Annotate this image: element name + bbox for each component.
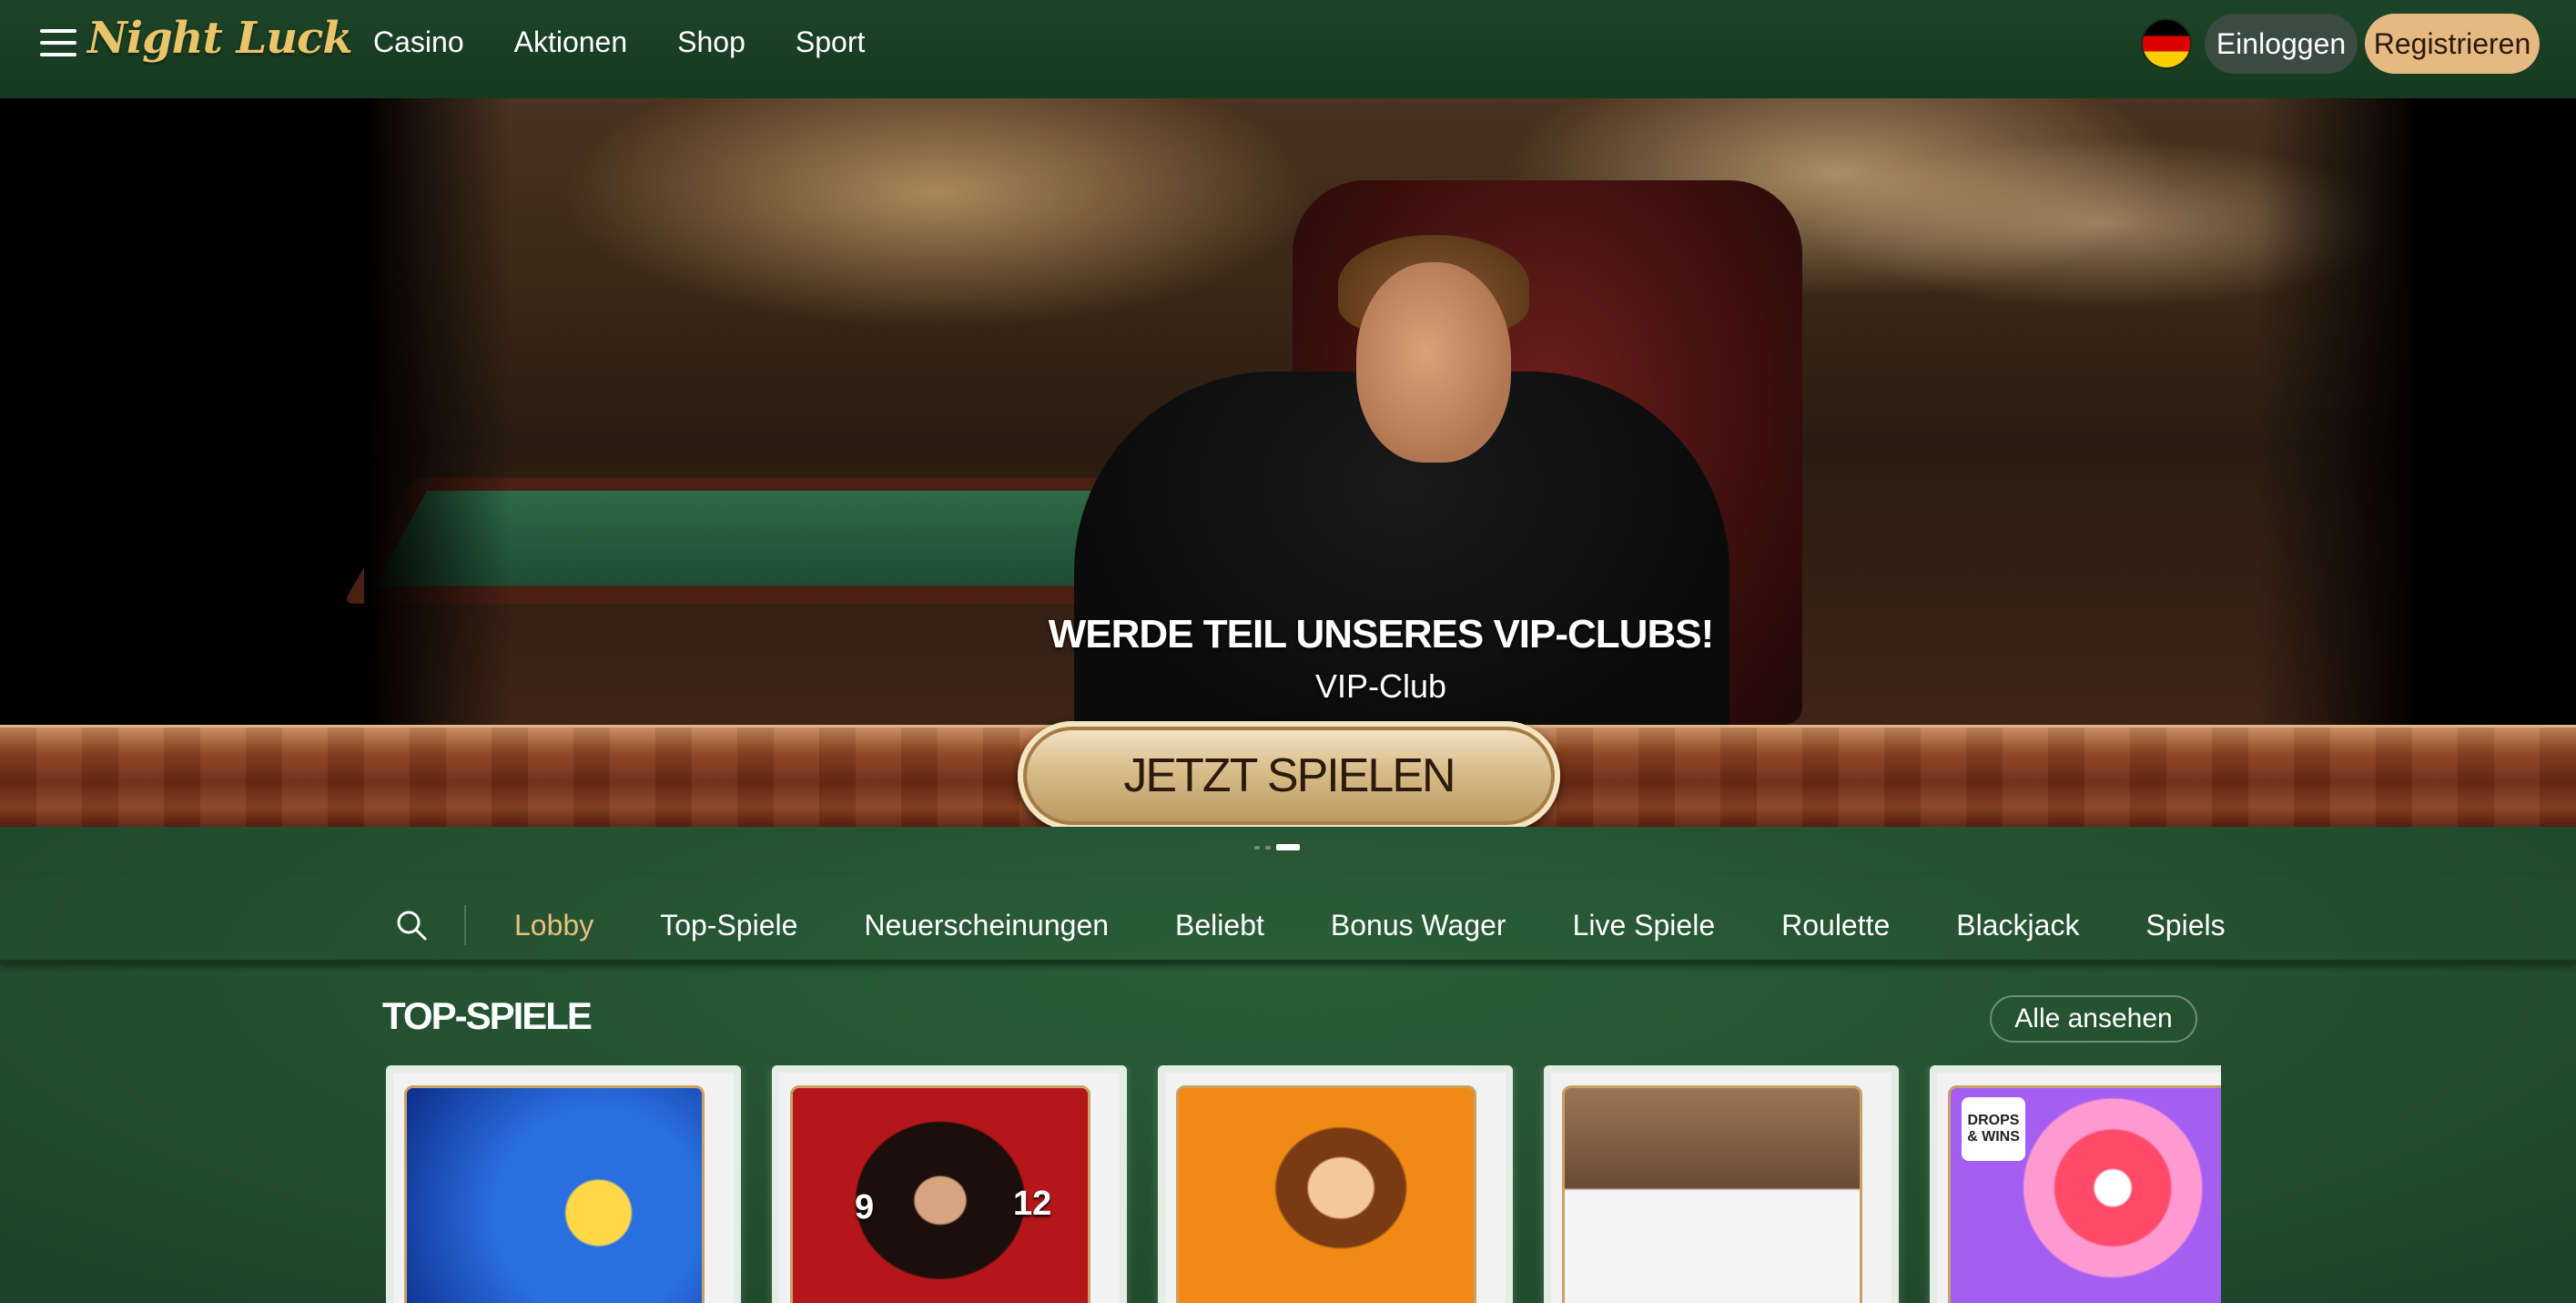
main-nav: Casino Aktionen Shop Sport (373, 25, 865, 59)
menu-icon[interactable] (40, 29, 76, 56)
tab-bonus-wager[interactable]: Bonus Wager (1331, 909, 1506, 945)
tab-roulette[interactable]: Roulette (1781, 909, 1890, 945)
carousel-dot[interactable] (1265, 845, 1271, 850)
game-card[interactable] (1544, 1065, 1899, 1303)
card-number: 9 (855, 1188, 875, 1227)
brand-logo[interactable]: Night Luck (87, 13, 353, 64)
tab-spielshows[interactable]: Spielshows (2145, 909, 2226, 945)
vip-man-face (1356, 262, 1511, 463)
search-icon[interactable] (395, 909, 428, 942)
roulette-dealer-art: 9 12 (790, 1085, 1090, 1303)
tab-top-spiele[interactable]: Top-Spiele (660, 909, 797, 945)
top-games-row: 9 12 DROPS & WINS (386, 1065, 2221, 1303)
tab-live-spiele[interactable]: Live Spiele (1573, 909, 1716, 945)
hero-title: WERDE TEIL UNSERES VIP-CLUBS! (1048, 612, 1714, 657)
carousel-dot-active[interactable] (1276, 844, 1300, 850)
tab-neuerscheinungen[interactable]: Neuerscheinungen (864, 909, 1109, 945)
game-card[interactable]: DROPS & WINS (1930, 1065, 2221, 1303)
game-card[interactable]: 9 12 (772, 1065, 1127, 1303)
top-navigation-bar: Night Luck Casino Aktionen Shop Sport Ei… (0, 0, 2576, 98)
lightning-train-art (404, 1085, 705, 1303)
carousel-dots (1254, 844, 1300, 850)
hero-subtitle: VIP-Club (1314, 667, 1447, 705)
nav-item-sport[interactable]: Sport (796, 25, 865, 59)
language-flag-icon[interactable] (2143, 20, 2190, 67)
category-tabs: Lobby Top-Spiele Neuerscheinungen Belieb… (514, 909, 2226, 945)
nav-item-shop[interactable]: Shop (677, 25, 745, 59)
nav-item-casino[interactable]: Casino (373, 25, 464, 59)
see-all-button[interactable]: Alle ansehen (1990, 995, 2197, 1043)
game-card[interactable] (1158, 1065, 1513, 1303)
blackjack-dealer-art (1562, 1085, 1862, 1303)
tab-blackjack[interactable]: Blackjack (1956, 909, 2079, 945)
tab-lobby[interactable]: Lobby (514, 909, 593, 945)
game-card[interactable] (386, 1065, 741, 1303)
card-number: 12 (1013, 1185, 1052, 1223)
play-now-button[interactable]: JETZT SPIELEN (1018, 721, 1560, 830)
category-divider (464, 905, 466, 945)
login-button[interactable]: Einloggen (2205, 14, 2358, 74)
tab-beliebt[interactable]: Beliebt (1175, 909, 1264, 945)
cowboy-adventurer-art (1176, 1085, 1476, 1303)
register-button[interactable]: Registrieren (2365, 14, 2540, 74)
drops-wins-badge: DROPS & WINS (1962, 1097, 2025, 1161)
nav-item-aktionen[interactable]: Aktionen (514, 25, 628, 59)
section-title: TOP-SPIELE (382, 994, 593, 1037)
carousel-dot[interactable] (1254, 845, 1260, 850)
candy-lollipop-art: DROPS & WINS (1948, 1085, 2221, 1303)
